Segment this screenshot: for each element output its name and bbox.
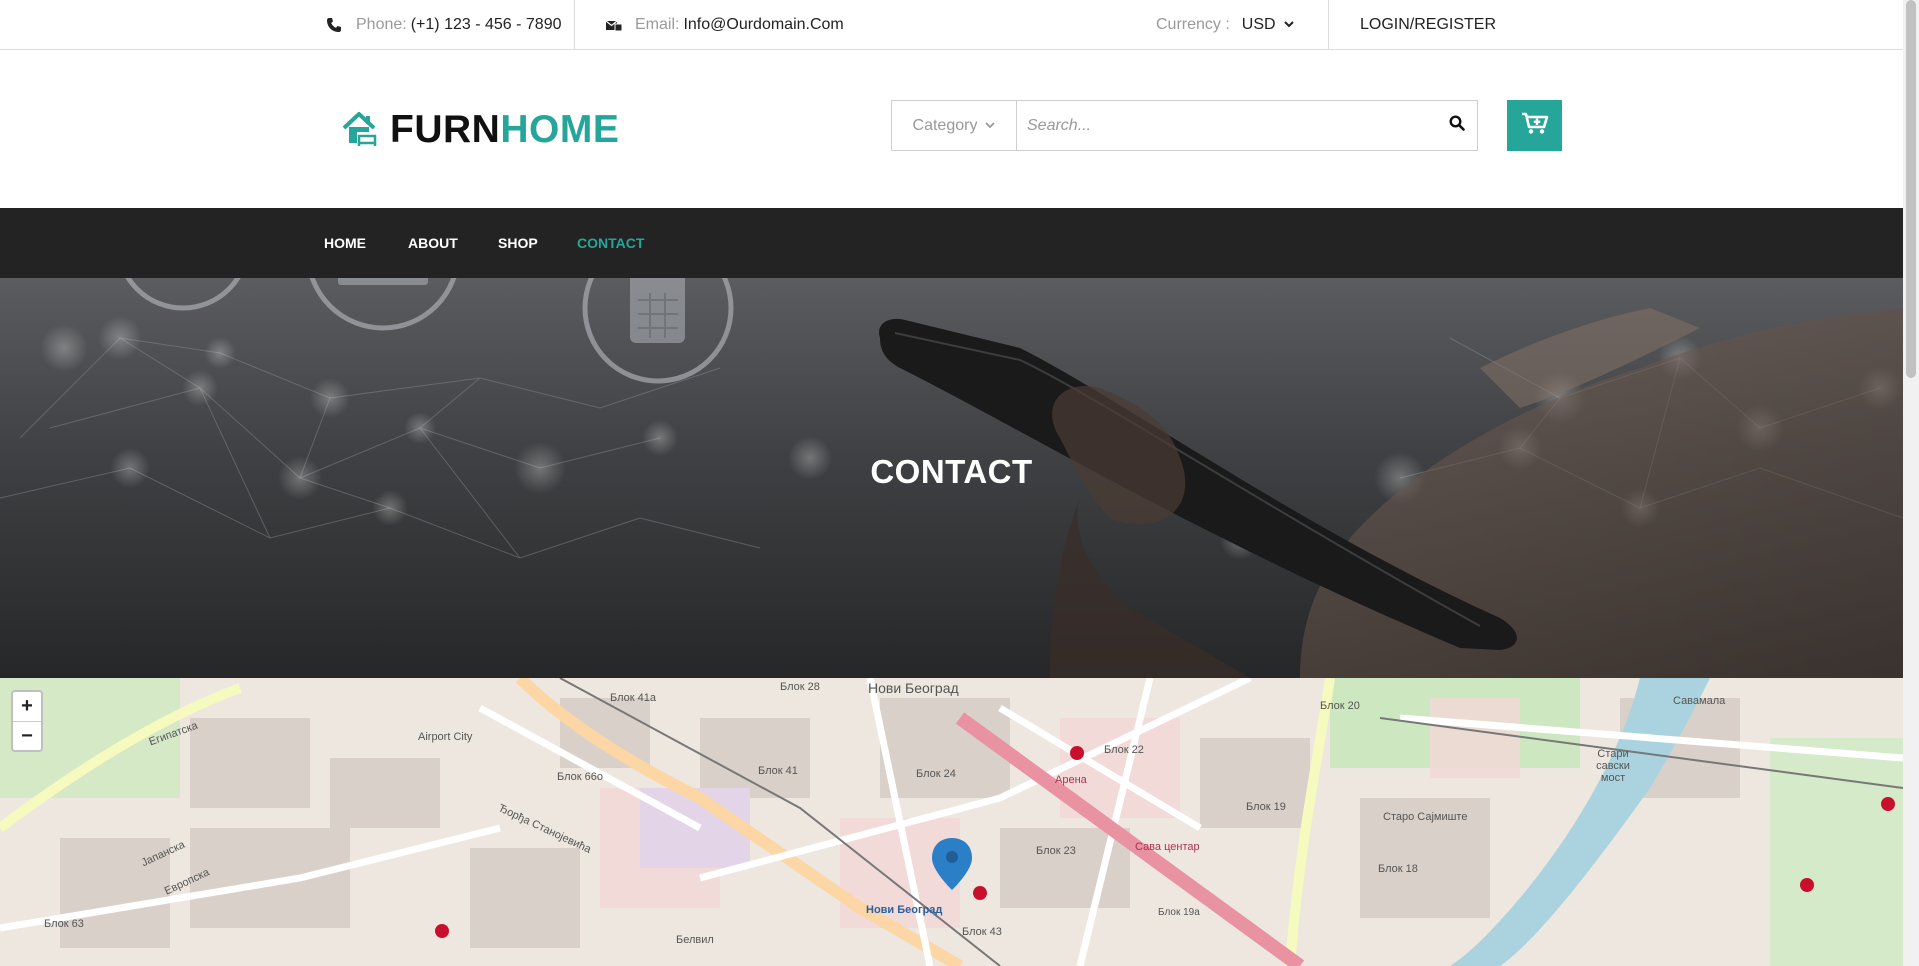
map-label: Блок 22 bbox=[1104, 744, 1144, 756]
nav-item-about[interactable]: ABOUT bbox=[408, 208, 458, 278]
map-label: Блок 23 bbox=[1036, 845, 1076, 857]
main-nav: HOME ABOUT SHOP CONTACT bbox=[0, 208, 1903, 278]
nav-item-home[interactable]: HOME bbox=[324, 208, 366, 278]
login-register-label: LOGIN/REGISTER bbox=[1360, 16, 1497, 33]
phone-value[interactable]: (+1) 123 - 456 - 7890 bbox=[411, 16, 562, 34]
map-label: Airport City bbox=[418, 731, 473, 743]
site-logo[interactable]: FURNHOME bbox=[342, 108, 619, 152]
map-tiles bbox=[0, 678, 1903, 966]
nav-item-contact[interactable]: CONTACT bbox=[577, 208, 644, 278]
page-title: CONTACT bbox=[870, 453, 1033, 490]
logo-text-home: HOME bbox=[500, 108, 620, 151]
mail-icon bbox=[605, 17, 623, 33]
map-zoom-control: + − bbox=[11, 690, 43, 752]
map-label: Старо Сајмиште bbox=[1383, 811, 1468, 823]
map-label: Блок 20 bbox=[1320, 700, 1360, 712]
zoom-out-button[interactable]: − bbox=[13, 721, 41, 750]
search-bar: Category bbox=[891, 100, 1478, 151]
map-label: Блок 43 bbox=[962, 926, 1002, 938]
cart-button[interactable] bbox=[1507, 100, 1562, 151]
map-label: Блок 66о bbox=[557, 771, 603, 783]
map-label: Нови Београд bbox=[866, 904, 943, 916]
login-register-link[interactable]: LOGIN/REGISTER bbox=[1360, 0, 1496, 50]
map-label: Блок 18 bbox=[1378, 863, 1418, 875]
search-input[interactable] bbox=[1017, 101, 1437, 150]
cart-plus-icon bbox=[1521, 111, 1549, 140]
logo-text: FURNHOME bbox=[390, 108, 619, 152]
top-bar: Phone: (+1) 123 - 456 - 7890 Email: Info… bbox=[0, 0, 1903, 50]
map-label: Блок 41а bbox=[610, 692, 656, 704]
currency-selector[interactable]: Currency : USD bbox=[1156, 0, 1294, 50]
category-dropdown[interactable]: Category bbox=[892, 101, 1017, 150]
house-logo-icon bbox=[342, 110, 382, 151]
chevron-down-icon bbox=[985, 120, 996, 132]
chevron-down-icon bbox=[1283, 19, 1294, 31]
map-label: Нови Београд bbox=[868, 680, 959, 696]
search-icon bbox=[1449, 115, 1465, 136]
search-button[interactable] bbox=[1437, 101, 1477, 150]
map-label: Савамала bbox=[1673, 695, 1726, 707]
phone-label: Phone: bbox=[356, 16, 407, 33]
phone-contact: Phone: (+1) 123 - 456 - 7890 bbox=[326, 0, 561, 50]
email-label: Email: bbox=[635, 16, 680, 33]
site-header: FURNHOME Category bbox=[0, 51, 1903, 208]
currency-value[interactable]: USD bbox=[1242, 16, 1276, 34]
map-label: Блок 63 bbox=[44, 918, 84, 930]
map-label: Блок 28 bbox=[780, 681, 820, 693]
scrollbar-thumb[interactable] bbox=[1906, 0, 1916, 378]
divider bbox=[574, 0, 575, 50]
divider bbox=[1328, 0, 1329, 50]
map-label: Блок 41 bbox=[758, 765, 798, 777]
location-map[interactable]: Блок 28 Нови Београд Блок 22 Блок 20 Air… bbox=[0, 678, 1903, 966]
page-banner: CONTACT bbox=[0, 278, 1903, 678]
map-label: Блок 19 bbox=[1246, 801, 1286, 813]
map-label: Стари савски мост bbox=[1596, 748, 1630, 784]
category-label: Category bbox=[912, 116, 978, 134]
email-contact: Email: Info@Ourdomain.Com bbox=[605, 0, 844, 50]
zoom-in-button[interactable]: + bbox=[13, 692, 41, 721]
map-label: Блок 19а bbox=[1158, 907, 1200, 918]
currency-label: Currency : bbox=[1156, 16, 1230, 33]
map-label: Сава центар bbox=[1135, 841, 1200, 853]
email-value[interactable]: Info@Ourdomain.Com bbox=[683, 16, 843, 34]
phone-icon bbox=[326, 17, 342, 33]
map-label: Белвил bbox=[676, 934, 714, 946]
map-label: Арена bbox=[1055, 774, 1087, 786]
nav-item-shop[interactable]: SHOP bbox=[498, 208, 538, 278]
map-label: Блок 24 bbox=[916, 768, 956, 780]
logo-text-furn: FURN bbox=[390, 108, 501, 151]
